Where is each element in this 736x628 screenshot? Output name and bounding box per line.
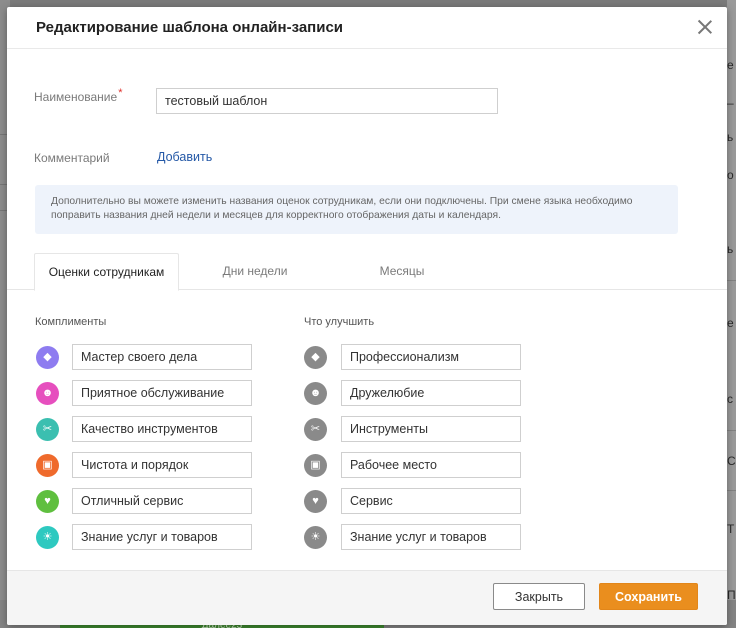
- tools-icon: ✂: [36, 418, 59, 441]
- improve-input[interactable]: [341, 380, 521, 406]
- info-text-line: поправить названия дней недели и месяцев…: [51, 210, 501, 221]
- tab-weekdays[interactable]: Дни недели: [203, 253, 307, 290]
- backdrop-text: Т: [727, 522, 735, 536]
- compliment-input[interactable]: [72, 488, 252, 514]
- backdrop-text: С: [727, 454, 736, 468]
- backdrop-text: с: [727, 392, 733, 406]
- diamond-icon: ◆: [304, 346, 327, 369]
- backdrop-divider: [727, 430, 736, 431]
- diamond-icon: ◆: [36, 346, 59, 369]
- add-comment-link[interactable]: Добавить: [157, 150, 212, 164]
- improve-title: Что улучшить: [304, 316, 375, 328]
- backdrop-text: е: [727, 316, 734, 330]
- chair-icon: ▣: [36, 454, 59, 477]
- backdrop-text: –: [727, 96, 734, 110]
- edit-template-dialog: Редактирование шаблона онлайн-записи Наи…: [7, 7, 727, 625]
- dialog-footer: Закрыть Сохранить: [7, 570, 727, 625]
- compliments-title: Комплименты: [35, 316, 107, 328]
- lightbulb-icon: ☀: [304, 526, 327, 549]
- service-hand-icon: ♥: [304, 490, 327, 513]
- save-button[interactable]: Сохранить: [599, 583, 698, 610]
- backdrop-text: е: [727, 58, 734, 72]
- tools-icon: ✂: [304, 418, 327, 441]
- improve-input[interactable]: [341, 488, 521, 514]
- chair-icon: ▣: [304, 454, 327, 477]
- close-icon[interactable]: [697, 19, 713, 35]
- dialog-title: Редактирование шаблона онлайн-записи: [36, 19, 344, 36]
- smiley-icon: ☻: [36, 382, 59, 405]
- compliment-input[interactable]: [72, 452, 252, 478]
- compliment-input[interactable]: [72, 524, 252, 550]
- template-name-input[interactable]: [156, 88, 498, 114]
- name-label-text: Наименование: [34, 90, 118, 104]
- info-text-line: Дополнительно вы можете изменить названи…: [51, 196, 633, 207]
- compliment-input[interactable]: [72, 416, 252, 442]
- backdrop-right: е – ь о ь е с С Т П: [727, 0, 736, 628]
- close-button[interactable]: Закрыть: [493, 583, 585, 610]
- comment-label: Комментарий: [34, 151, 110, 165]
- improve-input[interactable]: [341, 524, 521, 550]
- backdrop-text: ь: [727, 242, 734, 256]
- compliment-input[interactable]: [72, 380, 252, 406]
- required-mark: *: [118, 87, 123, 99]
- dialog-header: Редактирование шаблона онлайн-записи: [7, 7, 727, 49]
- lightbulb-icon: ☀: [36, 526, 59, 549]
- improve-input[interactable]: [341, 416, 521, 442]
- tab-bar: Оценки сотрудникам Дни недели Месяцы: [7, 253, 727, 291]
- smiley-icon: ☻: [304, 382, 327, 405]
- tab-employee-ratings[interactable]: Оценки сотрудникам: [34, 253, 179, 291]
- info-box: Дополнительно вы можете изменить названи…: [35, 185, 678, 234]
- name-label: Наименование*: [34, 87, 123, 104]
- service-hand-icon: ♥: [36, 490, 59, 513]
- backdrop-text: о: [727, 168, 734, 182]
- tab-months[interactable]: Месяцы: [362, 253, 442, 290]
- improve-input[interactable]: [341, 452, 521, 478]
- backdrop-divider: [727, 280, 736, 281]
- backdrop-divider: [727, 490, 736, 491]
- backdrop-text: ь: [727, 130, 734, 144]
- compliment-input[interactable]: [72, 344, 252, 370]
- improve-input[interactable]: [341, 344, 521, 370]
